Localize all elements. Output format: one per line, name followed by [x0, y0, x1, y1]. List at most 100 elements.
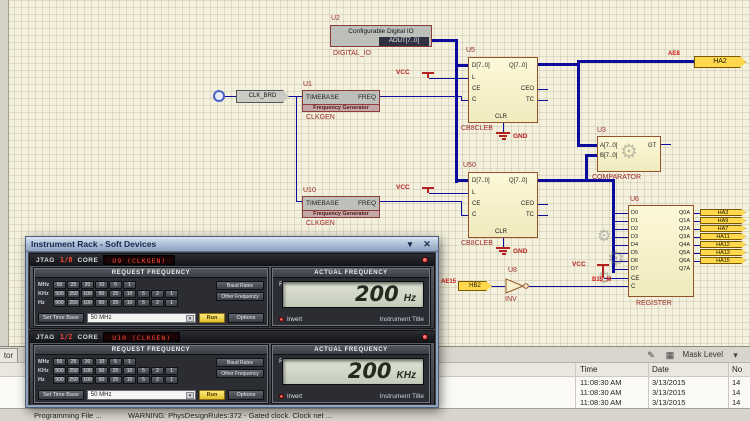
mask-level-label[interactable]: Mask Level [683, 350, 723, 359]
clear-mask-icon[interactable]: ▦ [664, 349, 677, 361]
cell-date[interactable]: 3/13/2015 [652, 388, 685, 398]
frequency-button[interactable]: 25 [109, 299, 122, 307]
frequency-button[interactable]: 5 [137, 290, 150, 298]
run-button[interactable]: Run [199, 313, 225, 323]
other-frequency-button[interactable]: Other Frequency [216, 369, 264, 378]
frequency-button[interactable]: 1 [165, 290, 178, 298]
component-u10-clkgen[interactable]: TIMEBASE FREQ Frequency Generator [302, 196, 380, 218]
port-ha[interactable]: HA12 [700, 241, 746, 248]
frequency-button[interactable]: 25 [67, 358, 80, 366]
baud-rates-button[interactable]: Baud Rates [216, 358, 264, 367]
frequency-button[interactable]: 50 [95, 299, 108, 307]
options-button[interactable]: Options [228, 390, 264, 400]
edit-mask-icon[interactable]: ✎ [645, 349, 658, 361]
run-button[interactable]: Run [199, 390, 225, 400]
frequency-button[interactable]: 50 [95, 290, 108, 298]
net-label[interactable]: B15_M [592, 277, 611, 283]
frequency-button[interactable]: 250 [67, 367, 80, 375]
frequency-button[interactable]: 100 [81, 367, 94, 375]
frequency-button[interactable]: 100 [81, 376, 94, 384]
frequency-button[interactable]: 500 [53, 299, 66, 307]
column-header-date[interactable]: Date [652, 363, 669, 376]
panel-tab[interactable]: tor [0, 348, 18, 362]
frequency-button[interactable]: 5 [109, 281, 122, 289]
cell-time[interactable]: 11:08:30 AM [580, 378, 622, 388]
invert-checkbox[interactable]: Invert [279, 317, 302, 323]
cell-no[interactable]: 14 [732, 388, 740, 398]
port-ha[interactable]: HA9 [700, 217, 746, 224]
frequency-button[interactable]: 500 [53, 290, 66, 298]
cell-time[interactable]: 11:08:30 AM [580, 398, 622, 408]
frequency-button[interactable]: 10 [123, 299, 136, 307]
frequency-button[interactable]: 250 [67, 376, 80, 384]
options-button[interactable]: Options [228, 313, 264, 323]
frequency-button[interactable]: 2 [151, 376, 164, 384]
cell-no[interactable]: 14 [732, 378, 740, 388]
frequency-button[interactable]: 1 [165, 299, 178, 307]
net-label[interactable]: AE15 [441, 279, 456, 285]
column-header-time[interactable]: Time [580, 363, 597, 376]
set-time-base-button[interactable]: Set Time Base [38, 313, 84, 323]
port-ha[interactable]: HA13 [700, 249, 746, 256]
component-u1-clkgen[interactable]: TIMEBASE FREQ Frequency Generator [302, 90, 380, 112]
frequency-button[interactable]: 500 [53, 376, 66, 384]
port-ha[interactable]: HA11 [700, 233, 746, 240]
frequency-button[interactable]: 25 [109, 367, 122, 375]
column-header-no[interactable]: No [732, 363, 742, 376]
frequency-button[interactable]: 5 [137, 376, 150, 384]
frequency-button[interactable]: 5 [137, 299, 150, 307]
frequency-button[interactable]: 1 [123, 358, 136, 366]
window-titlebar[interactable]: Instrument Rack - Soft Devices ▾ ✕ [26, 237, 438, 252]
junction-icon[interactable] [213, 90, 225, 102]
frequency-button[interactable]: 5 [109, 358, 122, 366]
cell-no[interactable]: 14 [732, 398, 740, 408]
frequency-button[interactable]: 1 [165, 376, 178, 384]
frequency-button[interactable]: 2 [151, 299, 164, 307]
cell-date[interactable]: 3/13/2015 [652, 398, 685, 408]
time-base-select[interactable]: 50 MHz ▾ [87, 390, 196, 400]
frequency-button[interactable]: 10 [95, 358, 108, 366]
invert-checkbox[interactable]: Invert [279, 394, 302, 400]
frequency-button[interactable]: 2 [151, 290, 164, 298]
frequency-button[interactable]: 50 [53, 358, 66, 366]
port-ha2[interactable]: HA2 [694, 56, 746, 68]
port-hb2[interactable]: HB2 [458, 281, 492, 291]
minimize-button[interactable]: ▾ [404, 239, 416, 250]
frequency-button[interactable]: 20 [81, 358, 94, 366]
frequency-button[interactable]: 500 [53, 367, 66, 375]
frequency-button[interactable]: 50 [53, 281, 66, 289]
frequency-button[interactable]: 50 [95, 367, 108, 375]
frequency-button[interactable]: 20 [81, 281, 94, 289]
baud-rates-button[interactable]: Baud Rates [216, 281, 264, 290]
net-label[interactable]: AE8 [668, 51, 680, 57]
frequency-button[interactable]: 10 [95, 281, 108, 289]
frequency-button[interactable]: 25 [67, 281, 80, 289]
frequency-button[interactable]: 25 [109, 376, 122, 384]
frequency-button[interactable]: 1 [123, 281, 136, 289]
frequency-button[interactable]: 5 [137, 367, 150, 375]
frequency-button[interactable]: 10 [123, 376, 136, 384]
port-ha[interactable]: HA7 [700, 225, 746, 232]
frequency-button[interactable]: 100 [81, 299, 94, 307]
frequency-button[interactable]: 25 [109, 290, 122, 298]
frequency-button[interactable]: 50 [95, 376, 108, 384]
frequency-button[interactable]: 100 [81, 290, 94, 298]
set-time-base-button[interactable]: Set Time Base [38, 390, 84, 400]
component-u2-digital-io[interactable]: Configurable Digital IO AOUT[7..0] [330, 25, 432, 47]
frequency-button[interactable]: 10 [123, 367, 136, 375]
inverter-symbol[interactable] [505, 278, 531, 295]
frequency-button[interactable]: 250 [67, 290, 80, 298]
frequency-button[interactable]: 1 [165, 367, 178, 375]
port-ha[interactable]: HA15 [700, 257, 746, 264]
frequency-button[interactable]: 250 [67, 299, 80, 307]
port-clk-brd[interactable]: CLK_BRD [236, 90, 289, 103]
close-button[interactable]: ✕ [421, 239, 433, 250]
cell-date[interactable]: 3/13/2015 [652, 378, 685, 388]
cell-time[interactable]: 11:08:30 AM [580, 388, 622, 398]
port-ha[interactable]: HA3 [700, 209, 746, 216]
frequency-button[interactable]: 2 [151, 367, 164, 375]
chevron-down-icon[interactable]: ▾ [729, 349, 742, 361]
time-base-select[interactable]: 50 MHz ▾ [87, 313, 196, 323]
other-frequency-button[interactable]: Other Frequency [216, 292, 264, 301]
frequency-button[interactable]: 10 [123, 290, 136, 298]
